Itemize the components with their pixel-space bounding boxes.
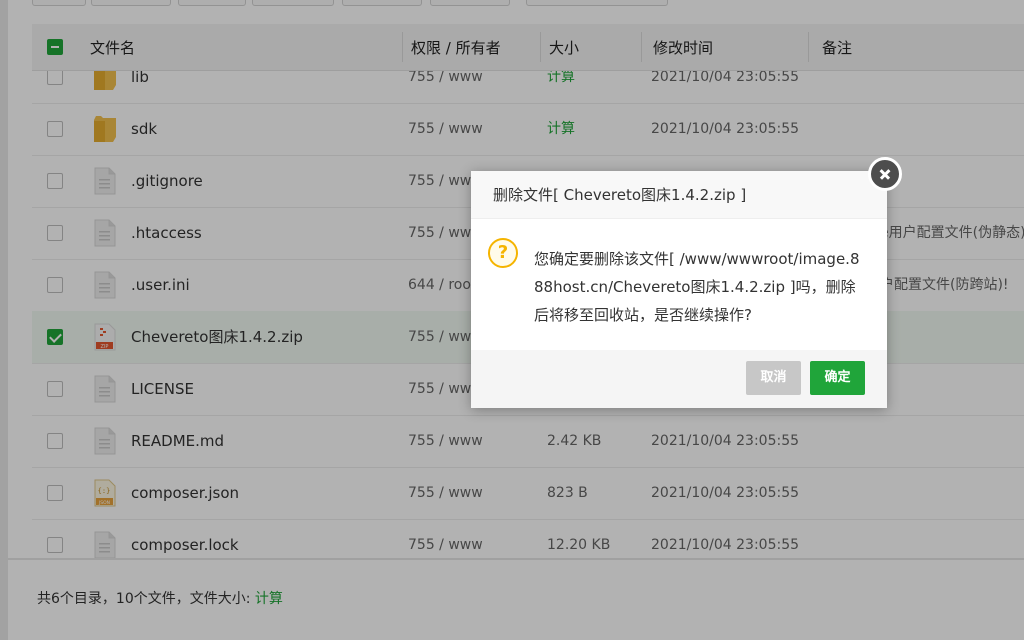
delete-file-dialog: 删除文件[ Chevereto图床1.4.2.zip ] ? 您确定要删除该文件… [471, 171, 887, 408]
confirm-button[interactable]: 确定 [810, 361, 865, 395]
dialog-footer: 取消 确定 [471, 350, 887, 408]
question-icon: ? [488, 238, 518, 268]
dialog-title: 删除文件[ Chevereto图床1.4.2.zip ] [471, 171, 887, 219]
cancel-button[interactable]: 取消 [746, 361, 801, 395]
close-icon[interactable] [868, 157, 902, 191]
dialog-message: 您确定要删除该文件[ /www/wwwroot/image.888host.cn… [534, 250, 860, 324]
